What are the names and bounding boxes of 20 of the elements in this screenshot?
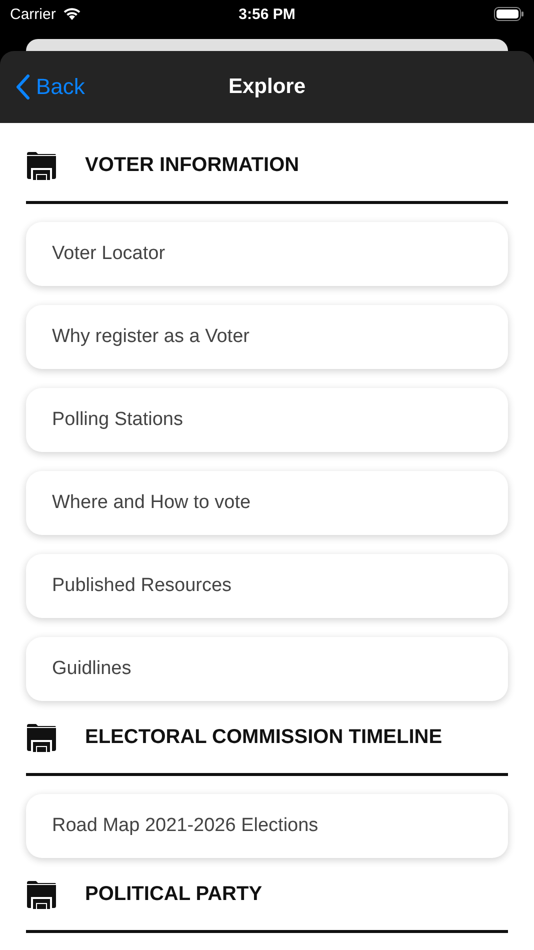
menu-item[interactable]: Guidlines [26,637,508,701]
clock-time: 3:56 PM [238,6,296,22]
menu-item[interactable]: Why register as a Voter [26,305,508,369]
folder-icon [26,880,57,908]
back-button[interactable]: Back [0,74,85,100]
menu-item[interactable]: Voter Locator [26,222,508,286]
wifi-icon [62,7,82,21]
menu-item[interactable]: Where and How to vote [26,471,508,535]
folder-icon [26,722,57,752]
menu-item[interactable]: Polling Stations [26,388,508,452]
menu-item[interactable]: Published Resources [26,554,508,618]
menu-item[interactable]: Road Map 2021-2026 Elections [26,794,508,858]
section-title: ELECTORAL COMMISSION TIMELINE [85,726,442,748]
section-title: POLITICAL PARTY [85,882,262,906]
screen-title: Explore [228,75,306,99]
folder-icon [26,150,57,180]
section-title: VOTER INFORMATION [85,154,300,176]
chevron-left-icon [16,74,30,100]
battery-icon [494,7,524,21]
carrier-label: Carrier [10,6,56,22]
